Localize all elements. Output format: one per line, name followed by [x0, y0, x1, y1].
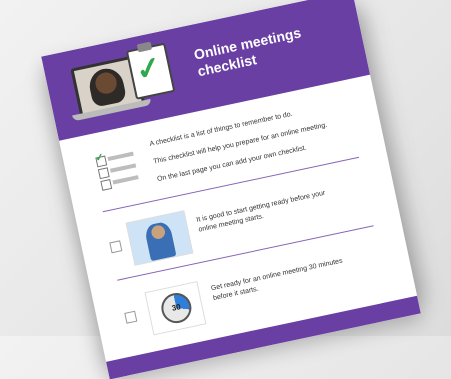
checklist-sheet: ✓ Online meetings checklist ✓ A checklis…	[41, 0, 421, 379]
checkbox	[100, 179, 113, 191]
tick-icon: ✓	[94, 151, 106, 165]
person-photo	[125, 210, 194, 266]
checkmark-icon: ✓	[132, 50, 165, 88]
clipboard-clip	[136, 41, 153, 53]
checkbox	[97, 167, 110, 180]
line-bar	[107, 151, 134, 161]
item-checkbox[interactable]	[124, 310, 138, 324]
line-bar	[109, 163, 137, 173]
item-checkbox[interactable]	[109, 240, 123, 254]
header-band: ✓ Online meetings checklist	[41, 0, 371, 141]
line-bar	[112, 175, 139, 185]
checklist-icon: ✓	[95, 149, 142, 196]
timer-image: 30	[144, 281, 207, 336]
document-title: Online meetings checklist	[192, 16, 346, 80]
video-call-person	[86, 65, 128, 108]
person-figure	[143, 220, 177, 262]
